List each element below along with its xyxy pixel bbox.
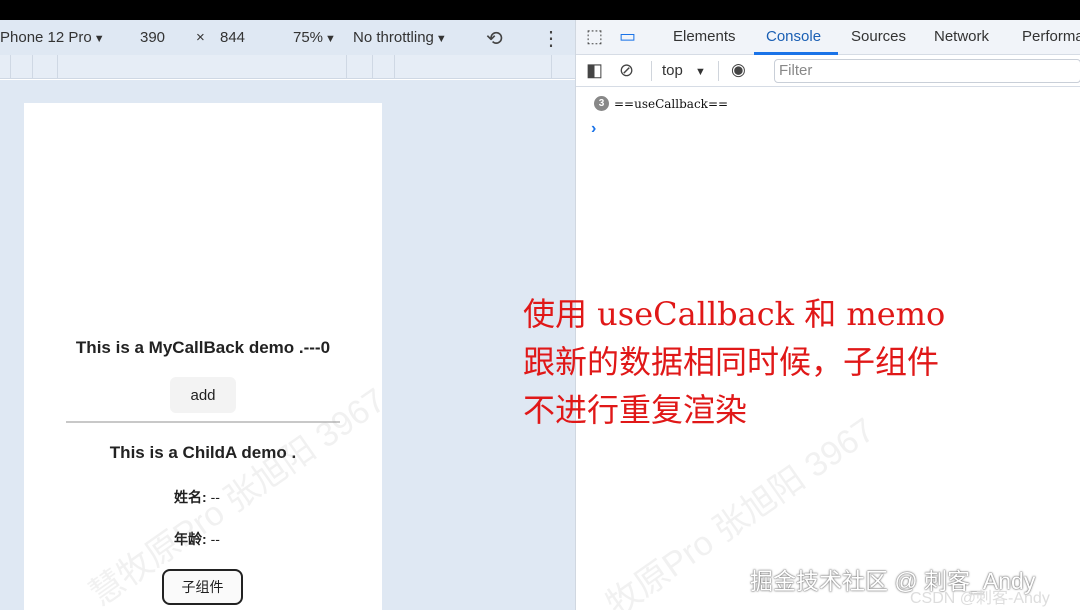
sidebar-toggle-icon[interactable]: ◧: [586, 60, 603, 81]
divider: [66, 421, 340, 423]
zoom-select[interactable]: 75% ▼: [293, 29, 336, 46]
log-message: ==useCallback==: [614, 96, 729, 111]
tab-sources[interactable]: Sources: [851, 28, 906, 45]
tab-elements[interactable]: Elements: [673, 28, 736, 45]
tab-performance[interactable]: Performa: [1022, 28, 1080, 45]
name-row: 姓名: --: [174, 487, 220, 507]
add-button[interactable]: add: [170, 377, 236, 413]
dimension-separator: ×: [196, 29, 205, 46]
annotation-text: 使用 useCallback 和 memo 跟新的数据相同时候，子组件 不进行重…: [523, 290, 945, 434]
repeat-count-badge: 3: [594, 96, 609, 111]
device-toggle-icon[interactable]: ▭: [619, 26, 636, 47]
phone-screen: This is a MyCallBack demo .---0 add This…: [24, 103, 382, 610]
filter-input[interactable]: Filter: [774, 59, 1080, 83]
viewport-width-input[interactable]: 390: [140, 29, 165, 46]
annotation-line-3: 不进行重复渲染: [523, 391, 748, 429]
zoom-value: 75%: [293, 29, 324, 46]
live-expression-eye-icon[interactable]: ◉: [731, 60, 746, 80]
callback-demo-title: This is a MyCallBack demo .---0: [75, 338, 331, 357]
throttling-select[interactable]: No throttling ▼: [353, 29, 447, 46]
console-log-entry: 3 ==useCallback==: [594, 96, 728, 111]
age-row: 年龄: --: [174, 529, 220, 549]
top-black-bar: [0, 0, 1080, 20]
child-component-button[interactable]: 子组件: [162, 569, 243, 605]
console-toolbar: ◧ ⊘ top ▼ ◉ Filter: [576, 55, 1080, 87]
age-value: --: [210, 531, 220, 547]
name-value: --: [210, 489, 220, 505]
separator: [718, 61, 719, 81]
device-select[interactable]: Phone 12 Pro ▼: [0, 29, 105, 46]
caret-down-icon: ▼: [695, 66, 706, 78]
child-demo-title: This is a ChildA demo .: [109, 443, 297, 462]
context-value: top: [662, 62, 683, 79]
throttling-value: No throttling: [353, 29, 434, 46]
context-select[interactable]: top ▼: [662, 62, 706, 79]
viewport-height-input[interactable]: 844: [220, 29, 245, 46]
separator: [651, 61, 652, 81]
annotation-line-2: 跟新的数据相同时候，子组件: [523, 343, 940, 381]
clear-console-icon[interactable]: ⊘: [619, 60, 634, 81]
device-toolbar: Phone 12 Pro ▼ 390 × 844 75% ▼ No throttli…: [0, 20, 575, 55]
caret-down-icon: ▼: [435, 33, 447, 45]
tab-network[interactable]: Network: [934, 28, 989, 45]
caret-down-icon: ▼: [325, 33, 336, 45]
name-label: 姓名:: [174, 489, 207, 505]
rotate-icon[interactable]: ⟲: [486, 26, 503, 51]
inspect-element-icon[interactable]: ⬚: [586, 26, 603, 47]
annotation-line-1: 使用 useCallback 和 memo: [523, 295, 946, 333]
media-query-ruler: [0, 55, 575, 79]
age-label: 年龄:: [174, 531, 207, 547]
console-prompt[interactable]: ›: [591, 120, 596, 138]
csdn-watermark: CSDN @刺客-Andy: [910, 590, 1050, 607]
emulated-viewport: This is a MyCallBack demo .---0 add This…: [0, 80, 575, 610]
tab-console[interactable]: Console: [766, 28, 821, 45]
device-name: Phone 12 Pro: [0, 29, 92, 46]
caret-down-icon: ▼: [93, 33, 105, 45]
more-options-icon[interactable]: ⋮: [541, 26, 561, 51]
devtools-tabbar: ⬚ ▭ Elements Console Sources Network Per…: [576, 20, 1080, 55]
